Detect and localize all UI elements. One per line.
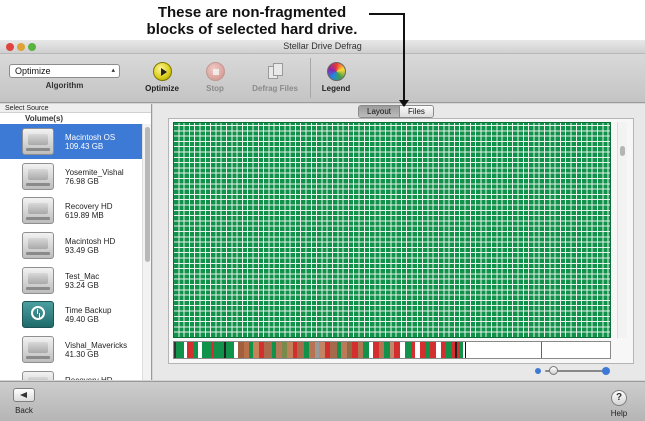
defrag-files-icon	[266, 62, 285, 81]
hard-drive-icon	[22, 197, 54, 225]
play-icon	[152, 62, 172, 81]
annotation-leader-line	[369, 13, 405, 15]
volume-size: 49.40 GB	[65, 315, 99, 325]
window-title: Stellar Drive Defrag	[283, 41, 362, 51]
fragment-segment	[466, 342, 610, 358]
volume-item[interactable]: Recovery HD 619.89 MB	[0, 193, 142, 228]
volume-name: Time Backup	[65, 306, 112, 316]
algorithm-label: Algorithm	[45, 81, 84, 90]
help-button[interactable]: ?	[611, 390, 627, 406]
hard-drive-icon	[22, 336, 54, 364]
legend-label: Legend	[321, 84, 351, 93]
color-wheel-icon	[326, 62, 346, 81]
fragment-segment	[202, 342, 211, 358]
sidebar-scroll-thumb[interactable]	[145, 127, 150, 262]
select-arrows-icon: ▴	[111, 67, 115, 74]
bottom-bar: Back ? Help	[0, 381, 645, 421]
volume-name: Macintosh OS	[65, 133, 116, 142]
fragment-segment	[541, 342, 542, 358]
main-panel: Layout Files	[153, 104, 645, 380]
tab-layout[interactable]: Layout	[359, 106, 400, 117]
volume-name: Recovery HD	[65, 376, 113, 380]
annotation-arrow-icon	[399, 100, 409, 107]
drive-fragmentation-bar	[173, 341, 611, 359]
back-button[interactable]	[13, 388, 35, 402]
volume-item[interactable]: Recovery HD	[0, 367, 142, 380]
annotation-text: These are non-fragmented blocks of selec…	[128, 4, 376, 38]
optimize-button[interactable]: Optimize	[137, 62, 187, 93]
layout-panel	[168, 118, 634, 364]
volume-item[interactable]: Time Backup 49.40 GB	[0, 297, 142, 332]
optimize-label: Optimize	[145, 84, 179, 93]
view-segmented-control: Layout Files	[358, 105, 434, 118]
volume-size: 76.98 GB	[65, 176, 99, 186]
sidebar-scrollbar[interactable]	[142, 124, 151, 380]
algorithm-select-value: Optimize	[15, 66, 51, 76]
app-window: Stellar Drive Defrag Optimize ▴ Algorith…	[0, 40, 645, 421]
volume-name: Yosemite_Vishal	[65, 167, 124, 177]
volume-name: Macintosh HD	[65, 237, 116, 247]
fragment-segment	[330, 342, 337, 358]
fragment-segment	[214, 342, 224, 358]
volume-size: 93.49 GB	[65, 246, 99, 256]
zoom-in-icon[interactable]	[602, 367, 610, 375]
stop-button[interactable]: Stop	[190, 62, 240, 93]
defrag-files-button[interactable]: Defrag Files	[250, 62, 300, 93]
algorithm-select[interactable]: Optimize ▴	[9, 64, 120, 78]
volume-name: Recovery HD	[65, 202, 113, 212]
time-machine-icon	[22, 301, 54, 329]
hard-drive-icon	[22, 266, 54, 294]
stop-label: Stop	[206, 84, 224, 93]
fragment-segment	[226, 342, 234, 358]
annotation-line-2: blocks of selected hard drive.	[146, 21, 358, 38]
volume-item[interactable]: Vishal_Mavericks 41.30 GB	[0, 332, 142, 367]
toolbar: Optimize ▴ Algorithm Optimize Stop Defra…	[0, 54, 645, 103]
volume-item[interactable]: Macintosh HD 93.49 GB	[0, 228, 142, 263]
volume-size: 41.30 GB	[65, 350, 99, 360]
tab-files[interactable]: Files	[399, 106, 433, 117]
annotation-leader-line-vertical	[403, 13, 405, 103]
title-bar: Stellar Drive Defrag	[0, 40, 645, 54]
defrag-files-label: Defrag Files	[252, 84, 298, 93]
hard-drive-icon	[22, 370, 54, 380]
volume-size: 93.24 GB	[65, 280, 99, 290]
block-map-scroll-thumb[interactable]	[620, 146, 625, 156]
hard-drive-icon	[22, 162, 54, 190]
stop-icon	[205, 62, 225, 81]
volumes-heading: Volume(s)	[25, 114, 64, 123]
volume-size: 619.89 MB	[65, 211, 104, 221]
legend-button[interactable]: Legend	[311, 62, 361, 93]
help-label: Help	[610, 409, 628, 418]
volume-name: Test_Mac	[65, 271, 100, 281]
fragment-segment	[176, 342, 184, 358]
volume-item[interactable]: Yosemite_Vishal 76.98 GB	[0, 159, 142, 194]
sidebar-header: Select Source	[0, 104, 151, 113]
hard-drive-icon	[22, 128, 54, 155]
volume-item[interactable]: Macintosh OS 109.43 GB	[0, 124, 142, 159]
zoom-knob[interactable]	[549, 366, 558, 375]
volume-name: Vishal_Mavericks	[65, 341, 128, 351]
hard-drive-icon	[22, 232, 54, 260]
volume-size: 109.43 GB	[65, 142, 104, 151]
fragment-segment	[297, 342, 304, 358]
volume-item[interactable]: Test_Mac 93.24 GB	[0, 263, 142, 298]
annotation-callout: These are non-fragmented blocks of selec…	[0, 0, 645, 40]
fragment-segment	[264, 342, 272, 358]
annotation-line-1: These are non-fragmented	[157, 4, 347, 21]
volume-list: Macintosh OS 109.43 GB Yosemite_Vishal 76.9…	[0, 124, 142, 380]
zoom-slider[interactable]	[535, 366, 610, 376]
block-map-grid	[173, 122, 611, 338]
back-label: Back	[15, 406, 33, 415]
source-sidebar: Select Source Volume(s) Macintosh OS 109.…	[0, 104, 152, 380]
zoom-out-icon[interactable]	[535, 368, 541, 374]
block-map-scrollbar[interactable]	[617, 122, 627, 338]
